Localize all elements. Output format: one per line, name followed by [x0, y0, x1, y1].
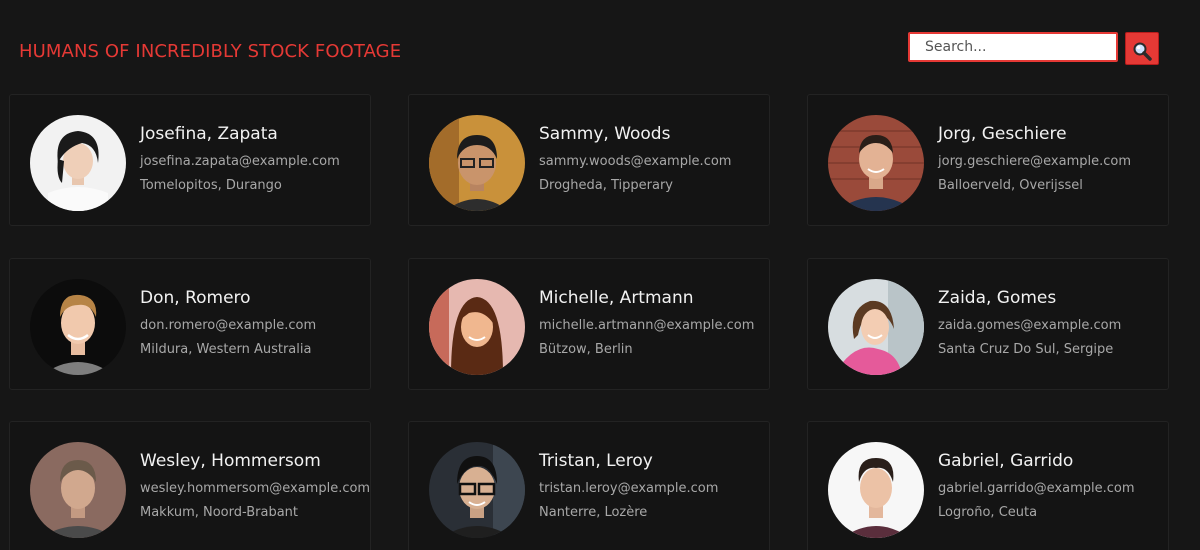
person-location: Santa Cruz Do Sul, Sergipe — [938, 342, 1114, 357]
person-location: Balloerveld, Overijssel — [938, 178, 1083, 193]
person-name: Zaida, Gomes — [938, 288, 1057, 308]
person-email: josefina.zapata@example.com — [140, 154, 340, 169]
search-button[interactable] — [1125, 32, 1159, 65]
person-email: zaida.gomes@example.com — [938, 318, 1122, 333]
avatar — [828, 442, 924, 538]
avatar — [30, 115, 126, 211]
person-name: Sammy, Woods — [539, 124, 671, 144]
person-email: wesley.hommersom@example.com — [140, 481, 371, 496]
person-card[interactable]: Wesley, Hommersom wesley.hommersom@examp… — [9, 421, 371, 550]
person-name: Wesley, Hommersom — [140, 451, 321, 471]
person-email: gabriel.garrido@example.com — [938, 481, 1135, 496]
person-card[interactable]: Josefina, Zapata josefina.zapata@example… — [9, 94, 371, 226]
person-location: Makkum, Noord-Brabant — [140, 505, 299, 520]
person-card[interactable]: Jorg, Geschiere jorg.geschiere@example.c… — [807, 94, 1169, 226]
person-name: Gabriel, Garrido — [938, 451, 1074, 471]
person-name: Josefina, Zapata — [140, 124, 278, 144]
person-location: Mildura, Western Australia — [140, 342, 312, 357]
person-location: Nanterre, Lozère — [539, 505, 648, 520]
avatar — [429, 115, 525, 211]
person-name: Don, Romero — [140, 288, 251, 308]
person-location: Tomelopitos, Durango — [140, 178, 282, 193]
person-email: jorg.geschiere@example.com — [938, 154, 1131, 169]
person-card[interactable]: Tristan, Leroy tristan.leroy@example.com… — [408, 421, 770, 550]
avatar — [429, 279, 525, 375]
person-location: Logroño, Ceuta — [938, 505, 1038, 520]
person-card[interactable]: Zaida, Gomes zaida.gomes@example.com San… — [807, 258, 1169, 390]
person-email: michelle.artmann@example.com — [539, 318, 755, 333]
search-input[interactable] — [908, 32, 1118, 62]
person-location: Drogheda, Tipperary — [539, 178, 673, 193]
avatar — [30, 442, 126, 538]
person-card[interactable]: Don, Romero don.romero@example.com Mildu… — [9, 258, 371, 390]
page: HUMANS OF INCREDIBLY STOCK FOOTAGE Josef… — [0, 0, 1200, 550]
person-card[interactable]: Gabriel, Garrido gabriel.garrido@example… — [807, 421, 1169, 550]
avatar — [429, 442, 525, 538]
avatar — [828, 115, 924, 211]
magnifier-icon — [1133, 42, 1152, 61]
avatar — [30, 279, 126, 375]
person-email: don.romero@example.com — [140, 318, 317, 333]
person-card[interactable]: Michelle, Artmann michelle.artmann@examp… — [408, 258, 770, 390]
person-email: tristan.leroy@example.com — [539, 481, 719, 496]
person-card[interactable]: Sammy, Woods sammy.woods@example.com Dro… — [408, 94, 770, 226]
person-name: Tristan, Leroy — [539, 451, 653, 471]
page-title: HUMANS OF INCREDIBLY STOCK FOOTAGE — [19, 41, 402, 62]
person-name: Michelle, Artmann — [539, 288, 694, 308]
person-location: Bützow, Berlin — [539, 342, 633, 357]
avatar — [828, 279, 924, 375]
person-name: Jorg, Geschiere — [938, 124, 1067, 144]
person-email: sammy.woods@example.com — [539, 154, 732, 169]
